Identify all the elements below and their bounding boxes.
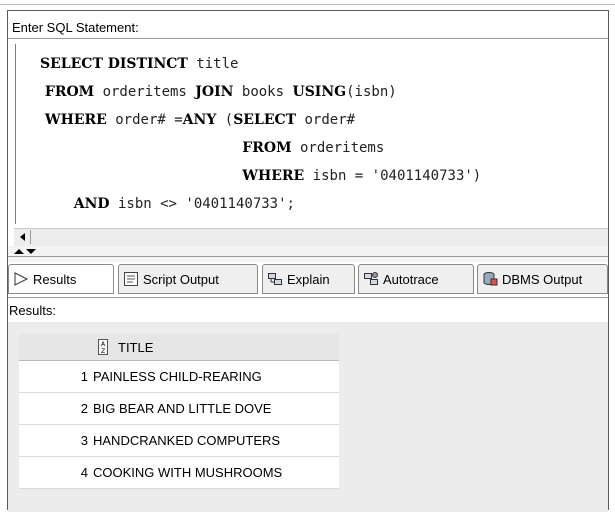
svg-text:Z: Z	[101, 348, 105, 355]
arrow-down-icon[interactable]	[26, 249, 36, 254]
tab-label: Script Output	[143, 271, 219, 287]
dbms-icon	[483, 272, 498, 286]
code-line: WHERE isbn = '0401140733')	[40, 168, 481, 184]
sort-az-icon[interactable]: A Z	[98, 339, 108, 355]
sql-text: books	[233, 84, 293, 100]
results-label: Results:	[9, 303, 56, 318]
sql-editor[interactable]: SELECT DISTINCT title FROM orderitems JO…	[15, 44, 608, 224]
sql-text: title	[187, 56, 239, 72]
sql-statement-label: Enter SQL Statement:	[12, 20, 139, 35]
tab-label: Autotrace	[383, 271, 439, 287]
sql-text: orderitems	[94, 84, 196, 100]
tab-results[interactable]: Results	[8, 264, 114, 294]
sql-keyword: WHERE	[40, 112, 107, 128]
script-icon	[124, 272, 138, 286]
tab-explain[interactable]: Explain	[262, 264, 355, 294]
row-number: 1	[80, 369, 88, 384]
row-number: 3	[80, 433, 88, 448]
grid-header[interactable]: A Z TITLE	[19, 334, 339, 361]
sql-keyword: AND	[73, 196, 110, 212]
pane-splitter[interactable]	[8, 246, 608, 262]
sql-keyword: ANY	[182, 112, 217, 128]
tab-autotrace[interactable]: Autotrace	[358, 264, 474, 294]
sql-text: order#	[296, 112, 356, 128]
tabs-divider	[8, 297, 608, 298]
sql-text: isbn <> '0401140733';	[109, 196, 295, 212]
sql-text: (	[216, 112, 234, 128]
code-line: WHERE order# =ANY (SELECT order#	[40, 112, 355, 128]
row-number: 2	[80, 401, 88, 416]
horizontal-scrollbar[interactable]	[14, 228, 608, 246]
code-line: FROM orderitems	[40, 140, 384, 156]
table-row[interactable]: 4 COOKING WITH MUSHROOMS	[19, 457, 339, 489]
top-border	[0, 0, 615, 5]
column-header-title: TITLE	[118, 339, 154, 355]
sql-keyword: USING	[292, 84, 347, 100]
table-row[interactable]: 3 HANDCRANKED COMPUTERS	[19, 425, 339, 457]
output-tabs: Results Script Output Explain Autotrace	[8, 264, 608, 296]
autotrace-icon	[364, 272, 378, 285]
sql-keyword: FROM	[242, 140, 292, 156]
scroll-left-icon[interactable]	[17, 230, 31, 244]
row-number: 4	[80, 465, 88, 480]
sql-text: (isbn)	[346, 84, 397, 100]
sql-keyword: FROM	[40, 84, 95, 100]
sql-keyword: WHERE	[242, 168, 305, 184]
tab-label: Results	[33, 271, 77, 287]
results-grid-area: A Z TITLE 1 PAINLESS CHILD-REARING 2 BIG…	[8, 322, 608, 512]
title-cell[interactable]: BIG BEAR AND LITTLE DOVE	[91, 401, 271, 416]
table-row[interactable]: 1 PAINLESS CHILD-REARING	[19, 361, 339, 393]
play-icon	[14, 272, 29, 286]
table-row[interactable]: 2 BIG BEAR AND LITTLE DOVE	[19, 393, 339, 425]
label-divider	[8, 38, 608, 39]
sql-keyword: SELECT DISTINCT	[40, 56, 188, 72]
code-line: FROM orderitems JOIN books USING(isbn)	[40, 84, 397, 100]
results-grid: A Z TITLE 1 PAINLESS CHILD-REARING 2 BIG…	[19, 334, 339, 489]
title-cell[interactable]: COOKING WITH MUSHROOMS	[91, 465, 282, 480]
sql-text: isbn = '0401140733')	[304, 168, 482, 184]
title-cell[interactable]: HANDCRANKED COMPUTERS	[91, 433, 280, 448]
tab-label: DBMS Output	[502, 271, 583, 287]
code-line: SELECT DISTINCT title	[40, 56, 238, 72]
tab-dbms-output[interactable]: DBMS Output	[477, 264, 608, 294]
sql-text: order# =	[106, 112, 183, 128]
sql-keyword: SELECT	[233, 112, 297, 128]
sql-keyword: JOIN	[195, 84, 234, 100]
tab-script-output[interactable]: Script Output	[118, 264, 258, 294]
title-cell[interactable]: PAINLESS CHILD-REARING	[91, 369, 262, 384]
sql-text: orderitems	[291, 140, 385, 156]
explain-icon	[268, 273, 282, 285]
tab-label: Explain	[287, 271, 330, 287]
splitter-line	[8, 256, 608, 257]
arrow-up-icon[interactable]	[14, 249, 24, 254]
code-line: AND isbn <> '0401140733';	[40, 196, 295, 212]
